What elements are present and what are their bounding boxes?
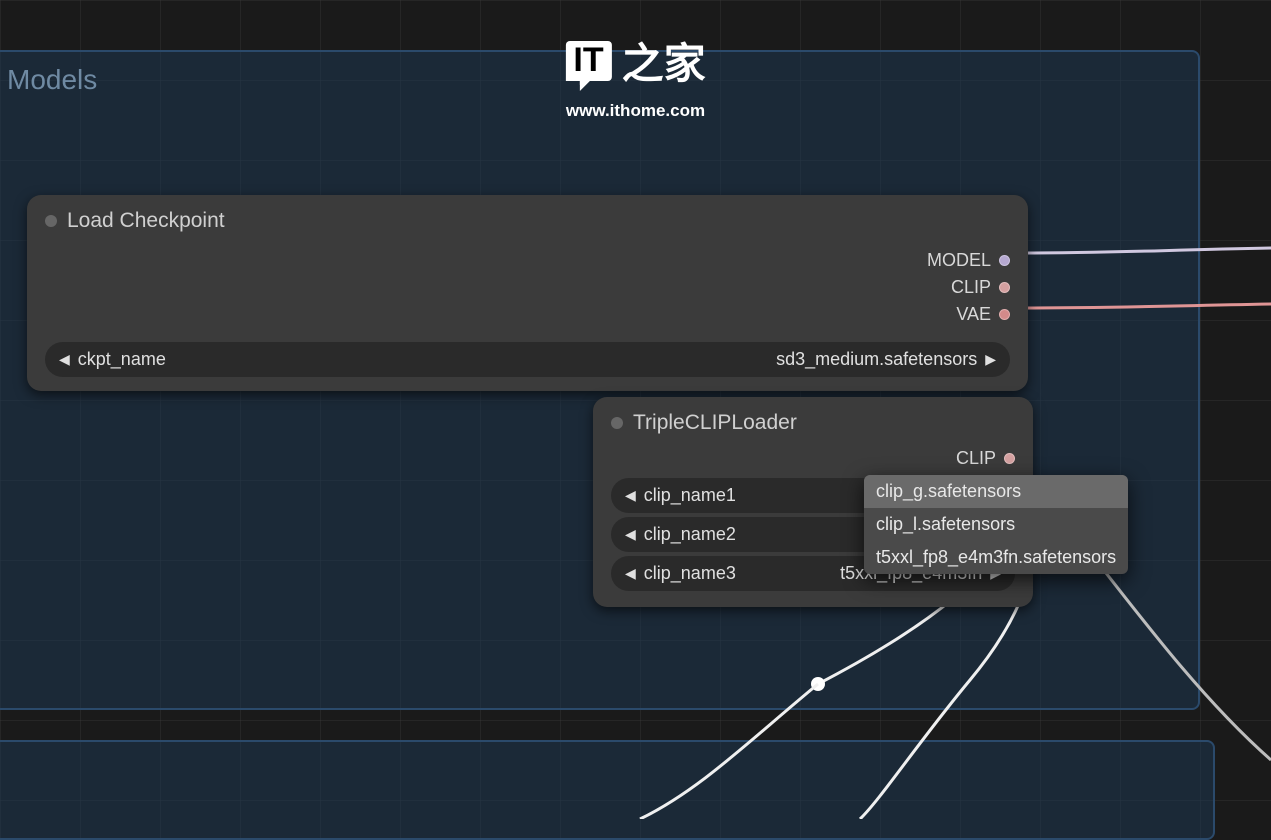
watermark-url: www.ithome.com xyxy=(565,101,705,121)
widget-label: clip_name1 xyxy=(644,485,736,506)
dropdown-item[interactable]: t5xxl_fp8_e4m3fn.safetensors xyxy=(864,541,1128,574)
node-load-checkpoint[interactable]: Load Checkpoint MODEL CLIP VAE ◀ ckpt_na… xyxy=(27,195,1028,391)
collapse-dot-icon[interactable] xyxy=(45,215,57,227)
node-title: TripleCLIPLoader xyxy=(633,411,797,435)
widget-label: clip_name2 xyxy=(644,524,736,545)
widget-value: sd3_medium.safetensors xyxy=(776,349,977,370)
group-secondary[interactable] xyxy=(0,740,1215,840)
output-clip[interactable]: CLIP xyxy=(45,274,1010,301)
port-dot-icon[interactable] xyxy=(999,282,1010,293)
collapse-dot-icon[interactable] xyxy=(611,417,623,429)
arrow-left-icon[interactable]: ◀ xyxy=(59,351,70,368)
dropdown-item[interactable]: clip_g.safetensors xyxy=(864,475,1128,508)
dropdown-item[interactable]: clip_l.safetensors xyxy=(864,508,1128,541)
arrow-right-icon[interactable]: ▶ xyxy=(985,351,996,368)
widget-ckpt-name[interactable]: ◀ ckpt_name sd3_medium.safetensors ▶ xyxy=(45,342,1010,377)
port-dot-icon[interactable] xyxy=(1004,453,1015,464)
output-vae[interactable]: VAE xyxy=(45,301,1010,328)
arrow-left-icon[interactable]: ◀ xyxy=(625,565,636,582)
node-title: Load Checkpoint xyxy=(67,209,225,233)
watermark-logo-zh: 之家 xyxy=(622,30,706,91)
port-dot-icon[interactable] xyxy=(999,255,1010,266)
watermark-logo-icon: IT xyxy=(565,41,611,81)
arrow-left-icon[interactable]: ◀ xyxy=(625,526,636,543)
output-clip[interactable]: CLIP xyxy=(611,445,1015,472)
widget-label: ckpt_name xyxy=(78,349,166,370)
watermark: IT 之家 www.ithome.com xyxy=(565,30,705,121)
output-model[interactable]: MODEL xyxy=(45,247,1010,274)
output-label: VAE xyxy=(956,304,991,325)
port-dot-icon[interactable] xyxy=(999,309,1010,320)
output-label: CLIP xyxy=(951,277,991,298)
group-title: Models xyxy=(7,64,97,96)
widget-label: clip_name3 xyxy=(644,563,736,584)
output-label: MODEL xyxy=(927,250,991,271)
arrow-left-icon[interactable]: ◀ xyxy=(625,487,636,504)
dropdown-clip-files[interactable]: clip_g.safetensors clip_l.safetensors t5… xyxy=(864,475,1128,574)
output-label: CLIP xyxy=(956,448,996,469)
node-header[interactable]: TripleCLIPLoader xyxy=(593,397,1033,445)
node-header[interactable]: Load Checkpoint xyxy=(27,195,1028,243)
